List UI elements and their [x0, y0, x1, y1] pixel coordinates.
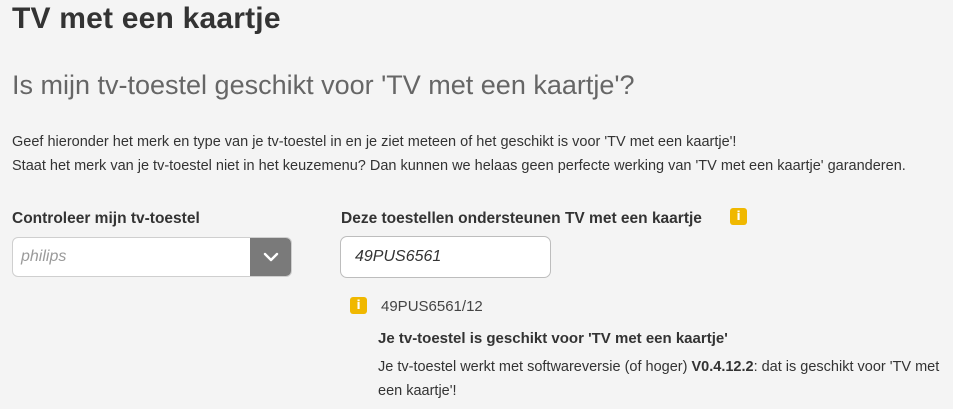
result-info-icon: i — [350, 297, 367, 314]
result-description: Je tv-toestel werkt met softwareversie (… — [378, 355, 948, 403]
brand-select-label: Controleer mijn tv-toestel — [12, 210, 200, 227]
brand-select-value: philips — [21, 248, 67, 265]
section-title: Is mijn tv-toestel geschikt voor 'TV met… — [12, 70, 635, 100]
intro-line-1: Geef hieronder het merk en type van je t… — [12, 134, 737, 150]
model-input-label: Deze toestellen ondersteunen TV met een … — [341, 210, 702, 227]
result-model-number: 49PUS6561/12 — [381, 298, 483, 315]
page-title: TV met een kaartje — [12, 2, 281, 35]
software-version: V0.4.12.2 — [691, 359, 754, 375]
intro-text: Geef hieronder het merk en type van je t… — [12, 130, 942, 178]
result-title: Je tv-toestel is geschikt voor 'TV met e… — [378, 330, 728, 347]
intro-line-2: Staat het merk van je tv-toestel niet in… — [12, 158, 906, 174]
chevron-down-icon[interactable] — [250, 238, 291, 276]
info-icon[interactable]: i — [730, 208, 747, 225]
page: TV met een kaartje Is mijn tv-toestel ge… — [0, 0, 953, 409]
result-text-before: Je tv-toestel werkt met softwareversie (… — [378, 359, 692, 375]
model-search-input[interactable] — [340, 236, 551, 278]
brand-select[interactable]: philips — [12, 237, 292, 277]
